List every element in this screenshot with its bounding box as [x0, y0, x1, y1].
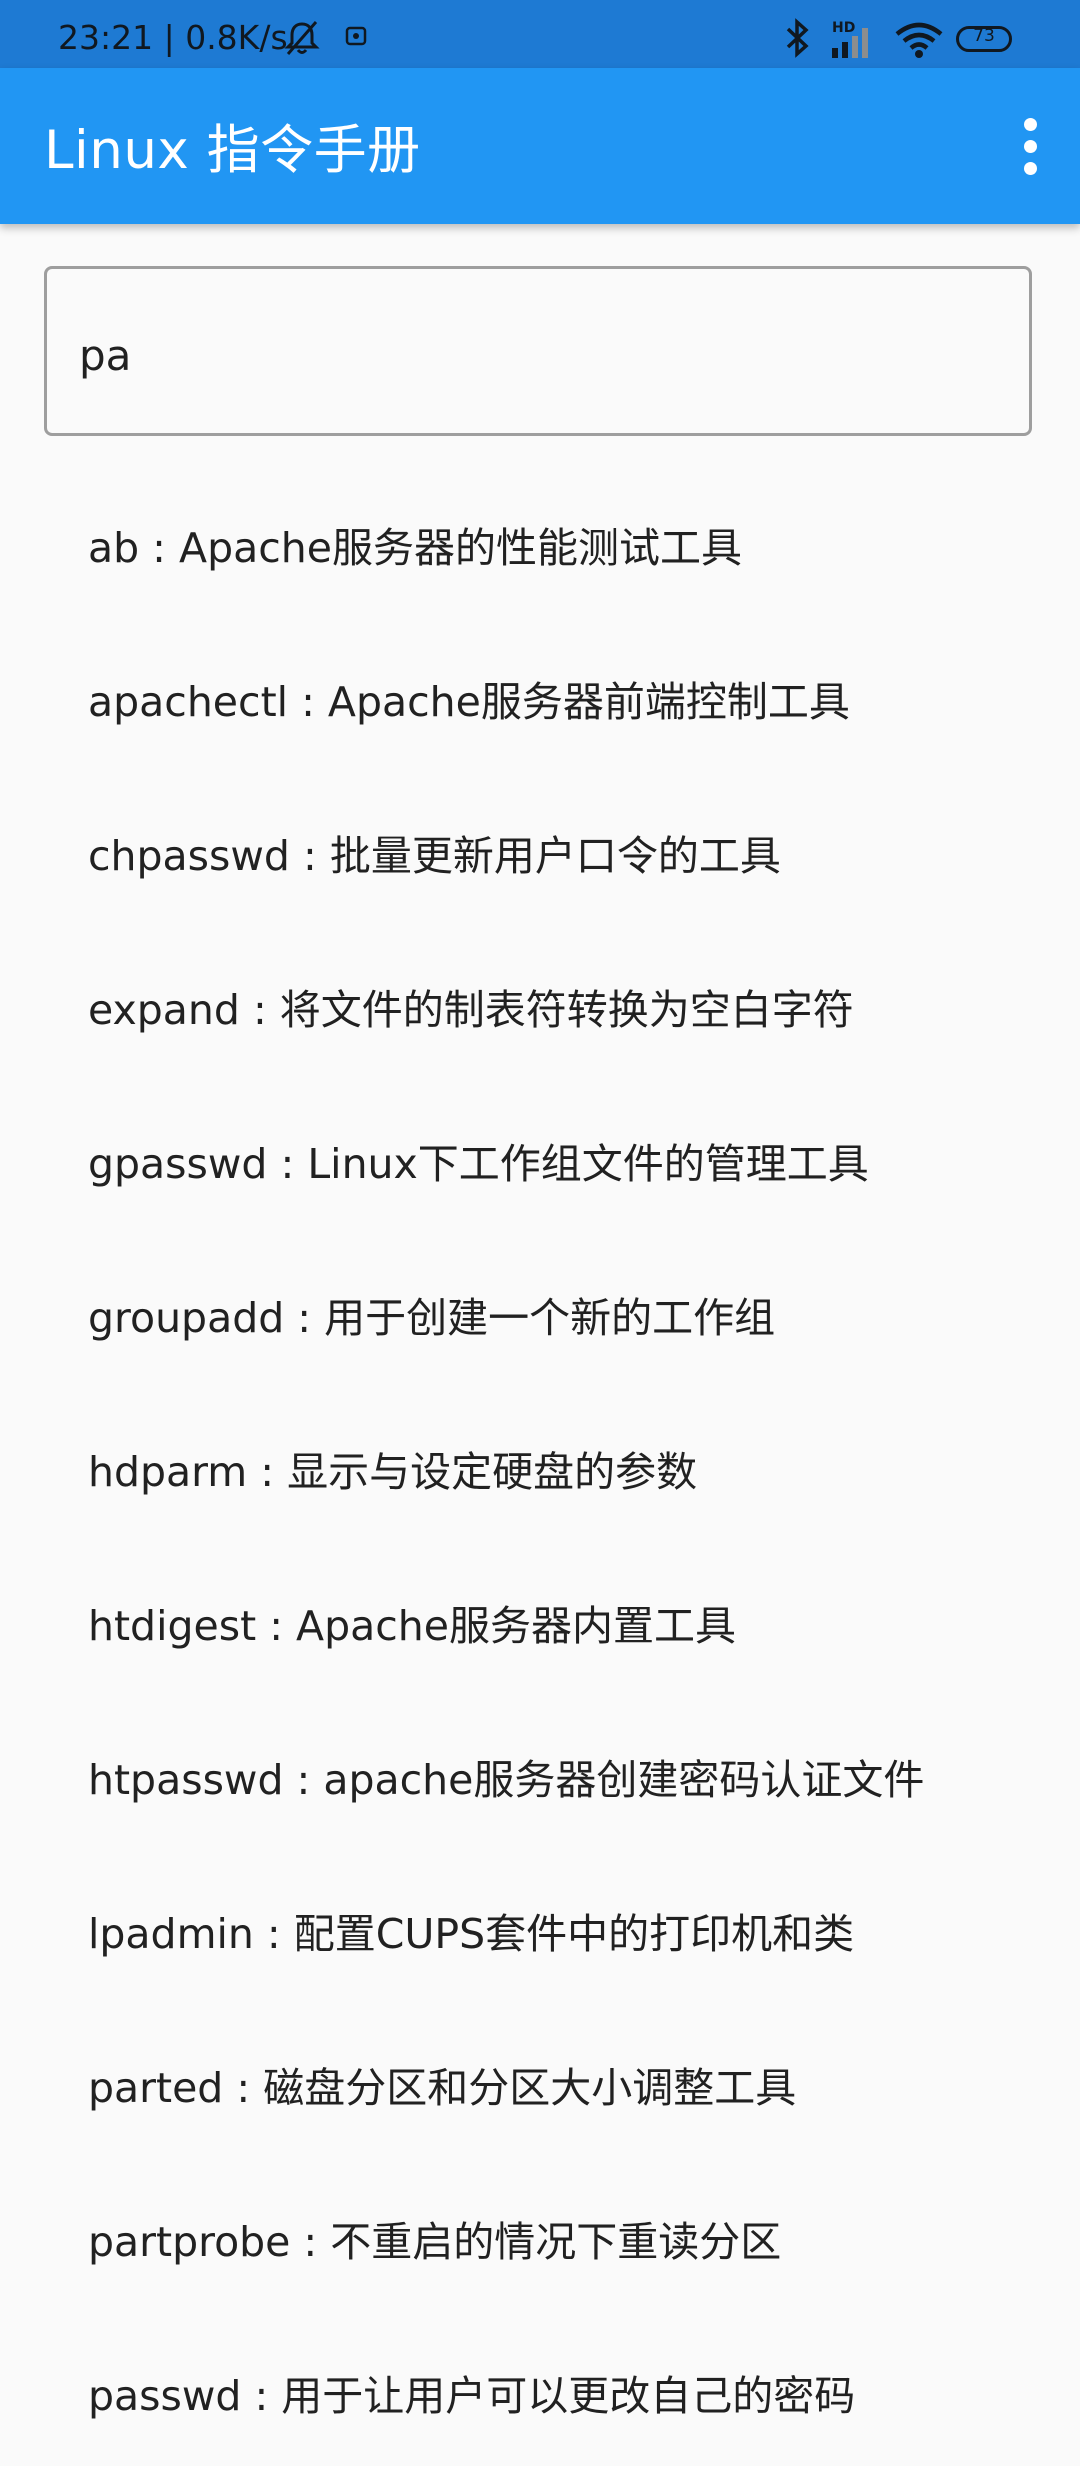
list-item[interactable]: lpadmin : 配置CUPS套件中的打印机和类 — [0, 1850, 1080, 2004]
more-vert-icon — [1024, 118, 1037, 131]
search-field[interactable] — [44, 266, 1032, 436]
list-item[interactable]: chpasswd : 批量更新用户口令的工具 — [0, 772, 1080, 926]
list-item[interactable]: htdigest : Apache服务器内置工具 — [0, 1542, 1080, 1696]
list-item[interactable]: parted : 磁盘分区和分区大小调整工具 — [0, 2004, 1080, 2158]
app-bar: Linux 指令手册 — [0, 68, 1080, 224]
list-item[interactable]: passwd : 用于让用户可以更改自己的密码 — [0, 2312, 1080, 2466]
list-item[interactable]: ab : Apache服务器的性能测试工具 — [0, 464, 1080, 618]
battery-level: 73 — [973, 26, 995, 46]
screen-record-icon — [345, 26, 367, 46]
wifi-icon — [895, 22, 943, 58]
list-item[interactable]: groupadd : 用于创建一个新的工作组 — [0, 1234, 1080, 1388]
list-item-label: lpadmin : 配置CUPS套件中的打印机和类 — [88, 1910, 855, 1958]
list-item-label: htdigest : Apache服务器内置工具 — [88, 1602, 736, 1650]
results-list: ab : Apache服务器的性能测试工具 apachectl : Apache服… — [0, 464, 1080, 2466]
list-item-label: gpasswd : Linux下工作组文件的管理工具 — [88, 1140, 869, 1188]
search-input[interactable] — [77, 319, 981, 391]
battery-icon: 73 — [956, 26, 1012, 52]
list-item[interactable]: apachectl : Apache服务器前端控制工具 — [0, 618, 1080, 772]
status-bar: 23:21 | 0.8K/s HD 73 — [0, 0, 1080, 68]
list-item-label: parted : 磁盘分区和分区大小调整工具 — [88, 2064, 797, 2112]
more-vert-icon-dot — [1024, 162, 1037, 175]
status-time-speed: 23:21 | 0.8K/s — [58, 18, 288, 57]
list-item-label: groupadd : 用于创建一个新的工作组 — [88, 1294, 776, 1342]
list-item-label: ab : Apache服务器的性能测试工具 — [88, 524, 742, 572]
more-vert-icon-dot — [1024, 140, 1037, 153]
list-item[interactable]: expand : 将文件的制表符转换为空白字符 — [0, 926, 1080, 1080]
list-item-label: htpasswd : apache服务器创建密码认证文件 — [88, 1756, 925, 1804]
list-item-label: passwd : 用于让用户可以更改自己的密码 — [88, 2372, 856, 2420]
list-item-label: apachectl : Apache服务器前端控制工具 — [88, 678, 850, 726]
list-item[interactable]: htpasswd : apache服务器创建密码认证文件 — [0, 1696, 1080, 1850]
list-item-label: expand : 将文件的制表符转换为空白字符 — [88, 986, 854, 1034]
bell-muted-icon — [284, 21, 320, 55]
list-item-label: partprobe : 不重启的情况下重读分区 — [88, 2218, 782, 2266]
list-item[interactable]: hdparm : 显示与设定硬盘的参数 — [0, 1388, 1080, 1542]
list-item-label: chpasswd : 批量更新用户口令的工具 — [88, 832, 781, 880]
bluetooth-icon — [786, 18, 809, 58]
more-options-button[interactable] — [984, 98, 1080, 194]
list-item[interactable]: partprobe : 不重启的情况下重读分区 — [0, 2158, 1080, 2312]
list-item[interactable]: gpasswd : Linux下工作组文件的管理工具 — [0, 1080, 1080, 1234]
list-item-label: hdparm : 显示与设定硬盘的参数 — [88, 1448, 698, 1496]
signal-icon — [832, 28, 868, 58]
page-title: Linux 指令手册 — [44, 120, 421, 181]
